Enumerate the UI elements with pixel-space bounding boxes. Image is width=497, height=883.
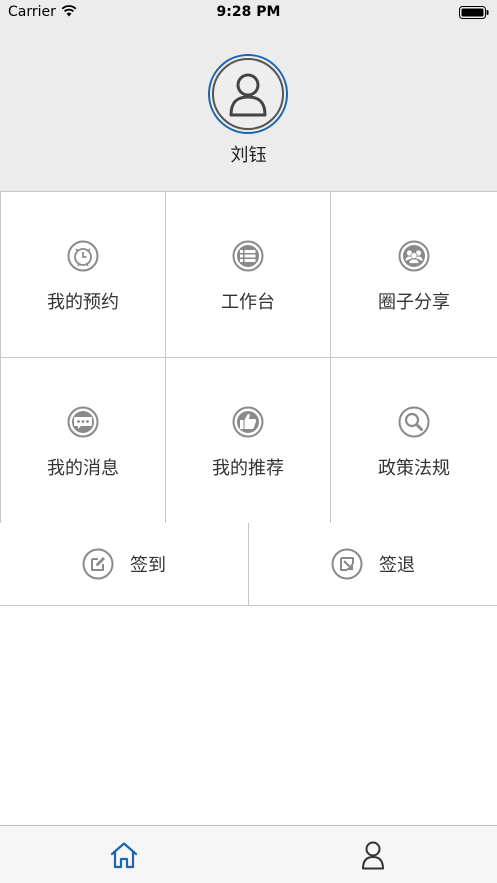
avatar[interactable] <box>208 54 288 134</box>
list-icon <box>232 240 264 272</box>
tab-profile[interactable] <box>249 826 497 883</box>
sign-in-label: 签到 <box>130 555 166 576</box>
group-icon <box>398 240 430 272</box>
sign-out-button[interactable]: 签退 <box>249 523 497 605</box>
person-icon <box>229 73 267 117</box>
grid-item-policies[interactable]: 政策法规 <box>331 357 497 523</box>
grid-item-label: 我的预约 <box>47 292 119 313</box>
user-name: 刘钰 <box>230 145 267 166</box>
status-bar: Carrier 9:28 PM <box>0 0 497 26</box>
grid-item-label: 政策法规 <box>378 458 450 479</box>
grid-item-label: 我的消息 <box>47 458 119 479</box>
grid-item-circle-share[interactable]: 圈子分享 <box>331 192 497 357</box>
edit-icon <box>82 548 114 580</box>
grid-item-workbench[interactable]: 工作台 <box>166 192 331 357</box>
profile-header: 刘钰 <box>0 26 497 192</box>
grid-item-label: 工作台 <box>221 292 275 313</box>
clock-time: 9:28 PM <box>216 4 281 20</box>
sign-out-label: 签退 <box>379 555 415 576</box>
sign-in-button[interactable]: 签到 <box>0 523 249 605</box>
chat-bubble-icon <box>67 406 99 438</box>
grid-item-recommendations[interactable]: 我的推荐 <box>166 357 331 523</box>
sign-out-icon <box>331 548 363 580</box>
sign-row: 签到 签退 <box>0 523 497 606</box>
person-icon <box>361 841 384 869</box>
magnifier-icon <box>398 406 430 438</box>
home-icon <box>111 841 138 868</box>
tab-bar <box>0 825 497 883</box>
battery-icon <box>459 6 489 23</box>
screen: Carrier 9:28 PM 刘钰 我的预约 工作台 圈子分享 我的消息 我的… <box>0 0 497 883</box>
alarm-clock-icon <box>67 240 99 272</box>
grid-item-label: 圈子分享 <box>378 292 450 313</box>
tab-home[interactable] <box>0 826 249 883</box>
feature-grid: 我的预约 工作台 圈子分享 我的消息 我的推荐 政策法规 <box>0 192 497 523</box>
grid-item-messages[interactable]: 我的消息 <box>0 357 166 523</box>
grid-item-label: 我的推荐 <box>212 458 284 479</box>
grid-item-appointments[interactable]: 我的预约 <box>0 192 166 357</box>
thumbs-up-icon <box>232 406 264 438</box>
